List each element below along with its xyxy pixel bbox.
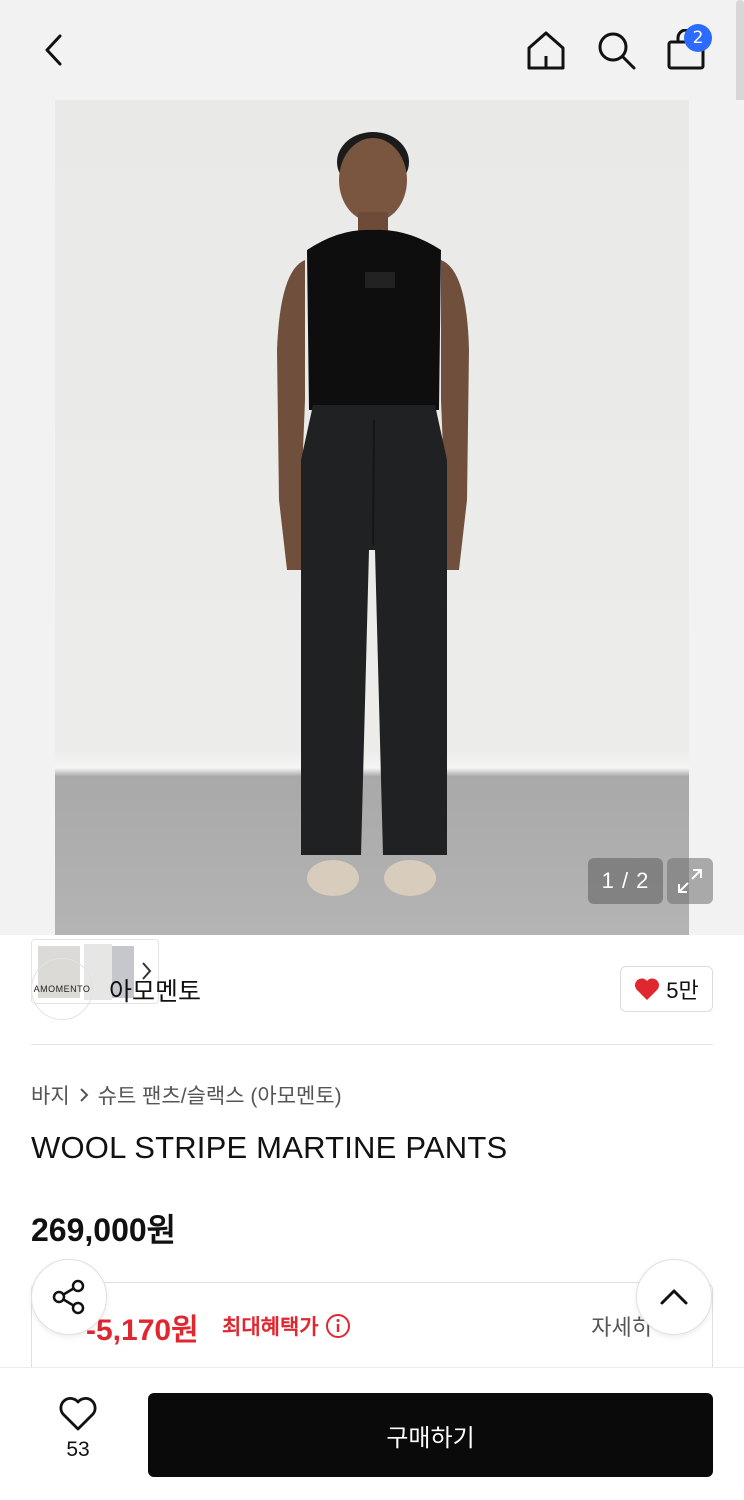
back-button[interactable] [30,26,78,74]
wishlist-button[interactable]: 53 [48,1396,108,1476]
breadcrumb: 바지 슈트 팬츠/슬랙스 (아모멘토) [31,1080,342,1110]
heart-outline-icon [59,1397,97,1431]
benefit-label: 최대혜택가 [222,1311,351,1341]
product-photo [55,100,689,935]
scroll-top-button[interactable] [636,1259,712,1335]
chevron-right-icon [79,1088,89,1102]
chevron-up-icon [660,1289,688,1305]
wishlist-count: 53 [66,1438,90,1461]
divider [31,1044,713,1045]
home-button[interactable] [522,26,570,74]
buy-button[interactable]: 구매하기 [148,1393,713,1477]
brand-logo[interactable]: AMOMENTO [31,958,93,1020]
share-button[interactable] [31,1259,107,1335]
breadcrumb-subcategory[interactable]: 슈트 팬츠/슬랙스 (아모멘토) [98,1080,342,1110]
brand-row: AMOMENTO 아모멘토 5만 [31,958,713,1020]
top-header: 2 [0,0,744,100]
search-button[interactable] [592,26,640,74]
cart-button[interactable]: 2 [662,24,712,74]
brand-like-count: 5만 [666,978,699,1003]
image-counter: 1 / 2 [588,858,663,904]
search-icon [598,32,636,70]
product-title: WOOL STRIPE MARTINE PANTS [31,1130,508,1165]
breadcrumb-category[interactable]: 바지 [31,1080,70,1110]
info-icon[interactable] [325,1313,351,1339]
share-icon [52,1279,85,1315]
brand-name[interactable]: 아모멘토 [109,972,201,1008]
benefit-box[interactable]: -5,170원 최대혜택가 자세히 [31,1282,713,1372]
product-gallery[interactable] [0,100,744,1004]
home-icon [527,31,565,70]
expand-icon [678,869,702,893]
bottom-action-bar: 53 구매하기 [0,1367,744,1500]
benefit-label-text: 최대혜택가 [222,1316,319,1339]
cart-count-badge: 2 [684,24,712,52]
heart-filled-icon [635,978,660,1000]
expand-button[interactable] [667,858,713,904]
chevron-left-icon [45,34,62,66]
product-price: 269,000원 [31,1212,177,1248]
brand-like-button[interactable]: 5만 [620,966,713,1012]
